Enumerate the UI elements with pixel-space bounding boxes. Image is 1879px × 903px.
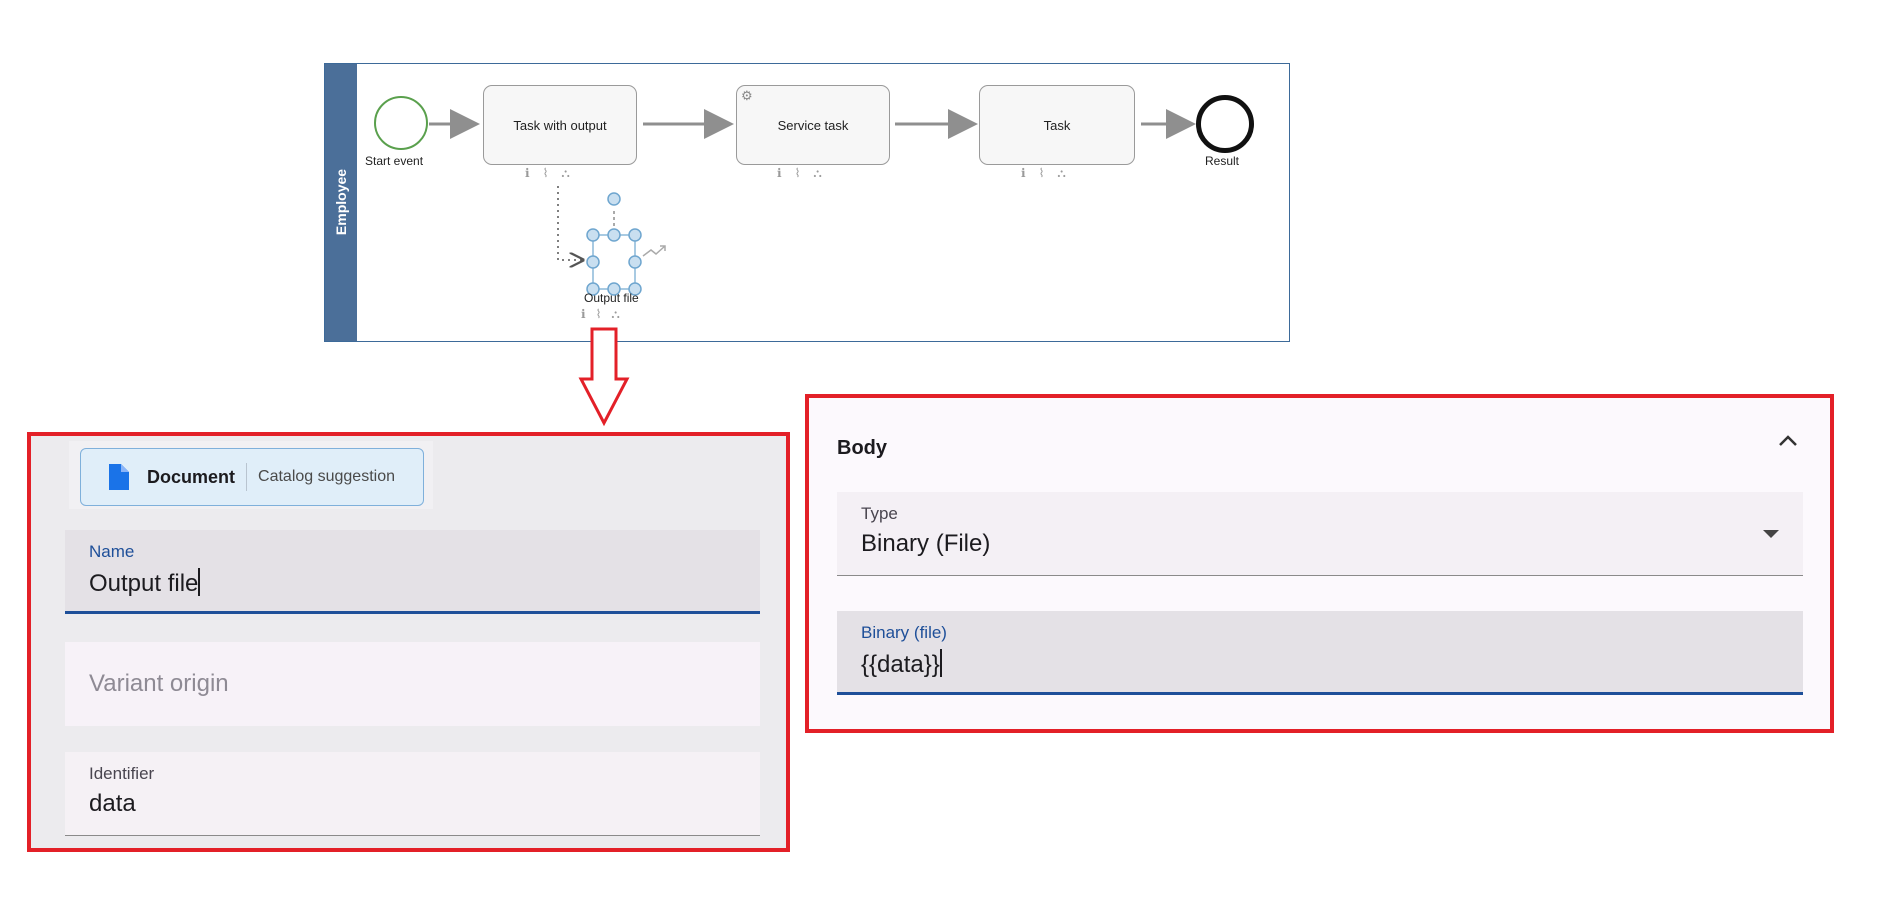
document-icon: [107, 464, 129, 490]
task[interactable]: Task: [979, 85, 1135, 165]
info-icon[interactable]: ℹ: [777, 166, 782, 181]
data-object-toolbar: ℹ ⌇ ⛬: [581, 307, 620, 322]
data-association: [557, 186, 583, 260]
chevron-up-icon[interactable]: [1777, 428, 1799, 454]
chip-subtitle: Catalog suggestion: [258, 468, 395, 485]
name-value[interactable]: Output file: [89, 568, 201, 598]
variant-origin-placeholder: Variant origin: [89, 670, 229, 697]
chip-divider: [246, 463, 248, 491]
start-event[interactable]: [374, 96, 428, 150]
info-icon[interactable]: ℹ: [581, 307, 586, 322]
document-properties-panel: Document Catalog suggestion Name Output …: [27, 432, 790, 852]
identifier-label: Identifier: [89, 764, 155, 783]
name-label: Name: [89, 542, 135, 561]
text-cursor: [939, 649, 942, 677]
binary-file-field[interactable]: Binary (file) {{data}}: [837, 611, 1803, 695]
name-field[interactable]: Name Output file: [65, 530, 760, 614]
service-task[interactable]: ⚙ Service task: [736, 85, 890, 165]
type-select[interactable]: Type Binary (File): [837, 492, 1803, 576]
body-section-panel: Body Type Binary (File) Binary (file) {{…: [805, 394, 1834, 733]
attachment-icon[interactable]: ⌇: [543, 166, 549, 181]
hierarchy-icon[interactable]: ⛬: [611, 307, 619, 322]
task-label: Task: [1043, 117, 1071, 133]
task-toolbar: ℹ ⌇ ⛬: [525, 166, 570, 181]
chip-title: Document: [147, 466, 236, 487]
data-object-label: Output file: [584, 291, 639, 305]
gear-icon: ⚙: [741, 88, 753, 103]
identifier-field[interactable]: Identifier data: [65, 752, 760, 836]
variant-origin-field[interactable]: Variant origin: [65, 642, 760, 726]
identifier-value: data: [89, 790, 136, 817]
attachment-icon[interactable]: ⌇: [795, 166, 801, 181]
down-arrow-icon: [578, 327, 630, 427]
end-event-label: Result: [1205, 154, 1240, 168]
section-title: Body: [837, 437, 887, 459]
hierarchy-icon[interactable]: ⛬: [1057, 166, 1065, 181]
task-toolbar: ℹ ⌇ ⛬: [777, 166, 822, 181]
binary-text: {{data}}: [861, 651, 940, 678]
connect-tool-icon: [642, 245, 666, 257]
binary-value[interactable]: {{data}}: [861, 649, 942, 679]
end-event[interactable]: [1196, 95, 1254, 153]
task-label: Task with output: [513, 117, 607, 133]
attachment-icon[interactable]: ⌇: [596, 307, 602, 322]
task-toolbar: ℹ ⌇ ⛬: [1021, 166, 1066, 181]
info-icon[interactable]: ℹ: [1021, 166, 1026, 181]
hierarchy-icon[interactable]: ⛬: [813, 166, 821, 181]
resize-handles: [586, 192, 642, 296]
dropdown-arrow-icon[interactable]: [1763, 530, 1779, 538]
text-cursor: [198, 568, 201, 596]
task-label: Service task: [777, 117, 849, 133]
type-value: Binary (File): [861, 530, 991, 557]
document-chip[interactable]: Document Catalog suggestion: [80, 448, 424, 506]
bpmn-diagram: Employee Start event Task with output ℹ …: [324, 63, 1290, 342]
name-text: Output file: [89, 570, 199, 597]
type-label: Type: [861, 504, 898, 523]
attachment-icon[interactable]: ⌇: [1039, 166, 1045, 181]
task-with-output[interactable]: Task with output: [483, 85, 637, 165]
info-icon[interactable]: ℹ: [525, 166, 530, 181]
start-event-label: Start event: [365, 154, 424, 168]
hierarchy-icon[interactable]: ⛬: [561, 166, 569, 181]
binary-label: Binary (file): [861, 623, 947, 642]
